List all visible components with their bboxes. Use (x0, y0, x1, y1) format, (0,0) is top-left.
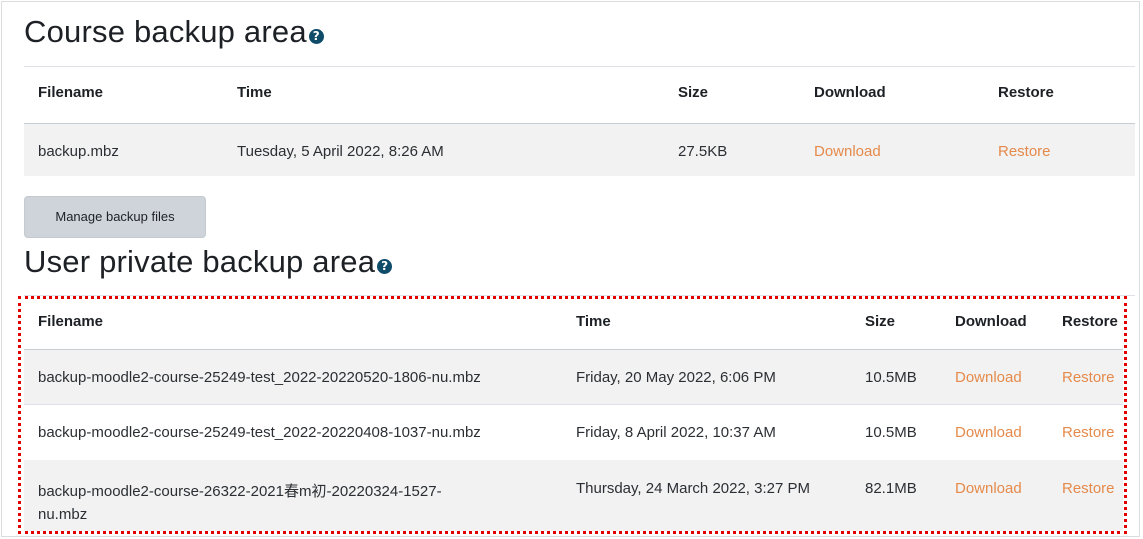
course-backup-title: Course backup area (24, 14, 307, 49)
download-link[interactable]: Download (814, 143, 881, 160)
row-size: 27.5KB (678, 143, 728, 160)
help-icon[interactable]: ? (377, 259, 393, 274)
manage-backup-files-button[interactable]: Manage backup files (24, 196, 206, 238)
highlight-box (18, 296, 1127, 534)
column-header-download: Download (814, 84, 886, 101)
user-backup-title: User private backup area (24, 244, 376, 279)
table-row (24, 124, 1135, 176)
divider (24, 66, 1135, 67)
row-time: Tuesday, 5 April 2022, 8:26 AM (237, 143, 444, 160)
course-backup-heading: Course backup area? (24, 14, 324, 50)
restore-link[interactable]: Restore (998, 143, 1051, 160)
column-header-size[interactable]: Size (678, 84, 708, 101)
column-header-filename[interactable]: Filename (38, 84, 103, 101)
help-icon[interactable]: ? (308, 29, 324, 44)
column-header-restore: Restore (998, 84, 1054, 101)
row-filename: backup.mbz (38, 143, 119, 160)
user-backup-heading: User private backup area? (24, 244, 393, 280)
column-header-time[interactable]: Time (237, 84, 272, 101)
